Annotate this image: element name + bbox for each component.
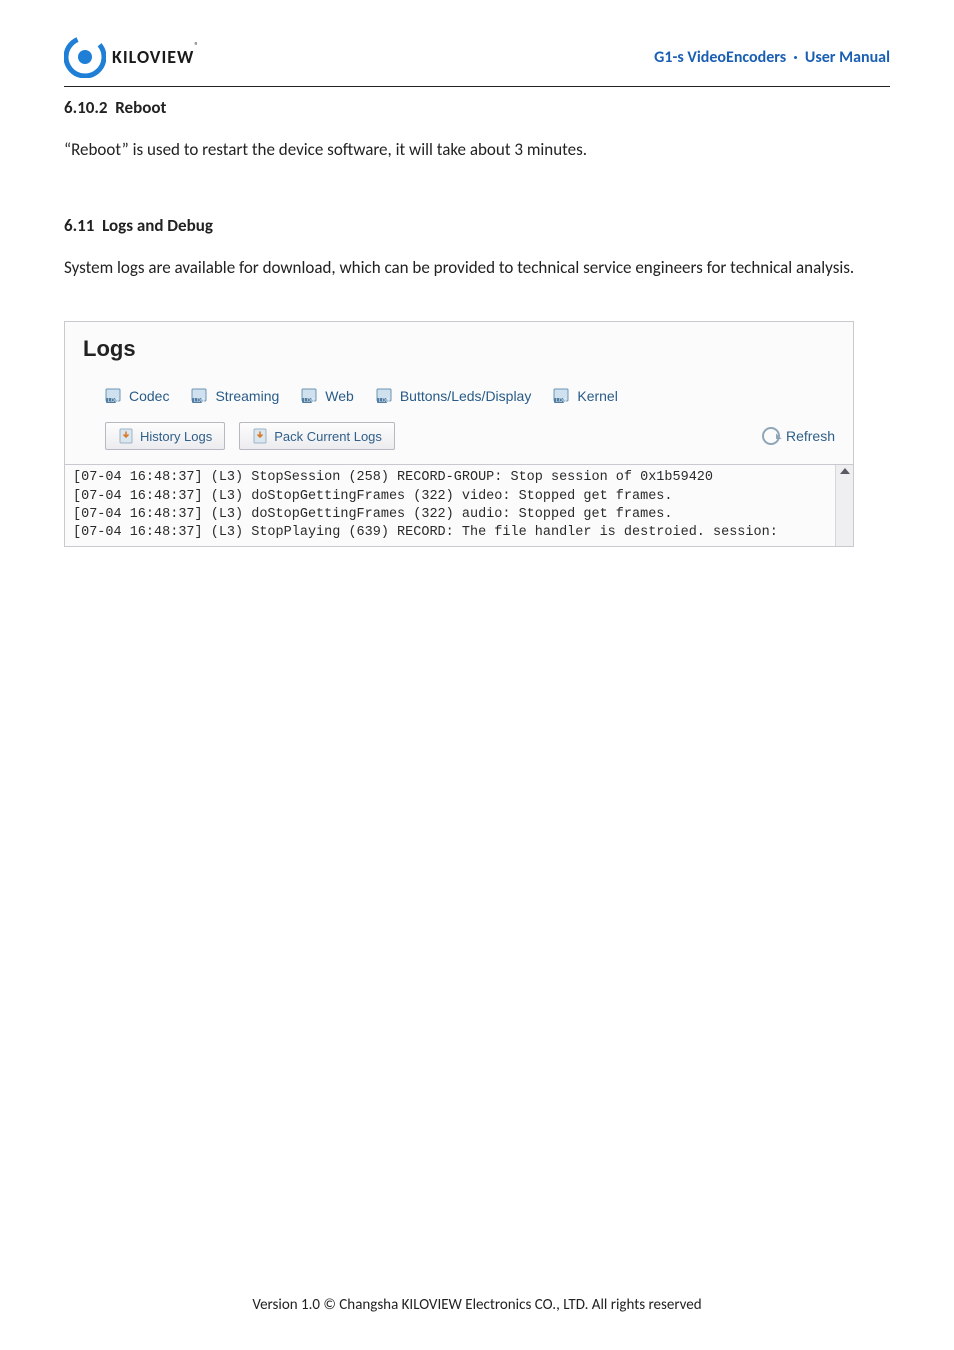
- svg-text:LOG: LOG: [194, 398, 205, 404]
- history-logs-button[interactable]: History Logs: [105, 422, 225, 450]
- log-icon: LOG: [376, 388, 394, 404]
- log-icon: LOG: [301, 388, 319, 404]
- document-page: KILOVIEW® G1-s VideoEncoders · User Manu…: [0, 0, 954, 1350]
- download-icon: [252, 428, 268, 444]
- log-line: [07-04 16:48:37] (L3) StopSession (258) …: [73, 469, 835, 487]
- tab-buttons-leds-display[interactable]: LOG Buttons/Leds/Display: [376, 388, 532, 404]
- header-rule: [64, 86, 890, 87]
- tab-codec[interactable]: LOG Codec: [105, 388, 169, 404]
- log-icon: LOG: [105, 388, 123, 404]
- refresh-icon: [762, 427, 780, 445]
- scrollbar-vertical[interactable]: [835, 465, 853, 546]
- log-output-area: [07-04 16:48:37] (L3) StopSession (258) …: [65, 464, 853, 546]
- section-heading-logs: 6.11 Logs and Debug: [64, 215, 890, 236]
- log-line: [07-04 16:48:37] (L3) doStopGettingFrame…: [73, 488, 835, 506]
- tab-kernel[interactable]: LOG Kernel: [553, 388, 617, 404]
- log-icon: LOG: [191, 388, 209, 404]
- log-icon: LOG: [553, 388, 571, 404]
- svg-text:LOG: LOG: [108, 398, 119, 404]
- scroll-up-arrow-icon: [840, 468, 850, 474]
- logs-panel-title: Logs: [83, 336, 835, 362]
- tab-web[interactable]: LOG Web: [301, 388, 354, 404]
- log-category-tabs: LOG Codec LOG Streaming LOG Web LOG: [83, 388, 835, 404]
- tab-streaming[interactable]: LOG Streaming: [191, 388, 279, 404]
- section-heading-reboot: 6.10.2 Reboot: [64, 97, 890, 118]
- svg-text:LOG: LOG: [379, 398, 390, 404]
- download-icon: [118, 428, 134, 444]
- log-line: [07-04 16:48:37] (L3) doStopGettingFrame…: [73, 506, 835, 524]
- logo-mark-icon: [64, 36, 106, 78]
- log-lines: [07-04 16:48:37] (L3) StopSession (258) …: [65, 465, 853, 546]
- svg-text:LOG: LOG: [556, 398, 567, 404]
- section-body-reboot: “Reboot” is used to restart the device s…: [64, 136, 890, 163]
- pack-current-logs-button[interactable]: Pack Current Logs: [239, 422, 395, 450]
- log-actions-row: History Logs Pack Current Logs Refresh: [83, 422, 835, 450]
- section-body-logs: System logs are available for download, …: [64, 254, 890, 281]
- brand-logo: KILOVIEW®: [64, 36, 199, 78]
- doc-title-right: G1-s VideoEncoders · User Manual: [654, 48, 890, 67]
- brand-name: KILOVIEW®: [112, 46, 199, 68]
- logs-screenshot-panel: Logs LOG Codec LOG Streaming LOG Web: [64, 321, 854, 547]
- log-line: [07-04 16:48:37] (L3) StopPlaying (639) …: [73, 524, 835, 542]
- page-header: KILOVIEW® G1-s VideoEncoders · User Manu…: [64, 36, 890, 78]
- refresh-button[interactable]: Refresh: [762, 427, 835, 445]
- page-footer: Version 1.0 © Changsha KILOVIEW Electron…: [0, 1296, 954, 1314]
- svg-text:LOG: LOG: [304, 398, 315, 404]
